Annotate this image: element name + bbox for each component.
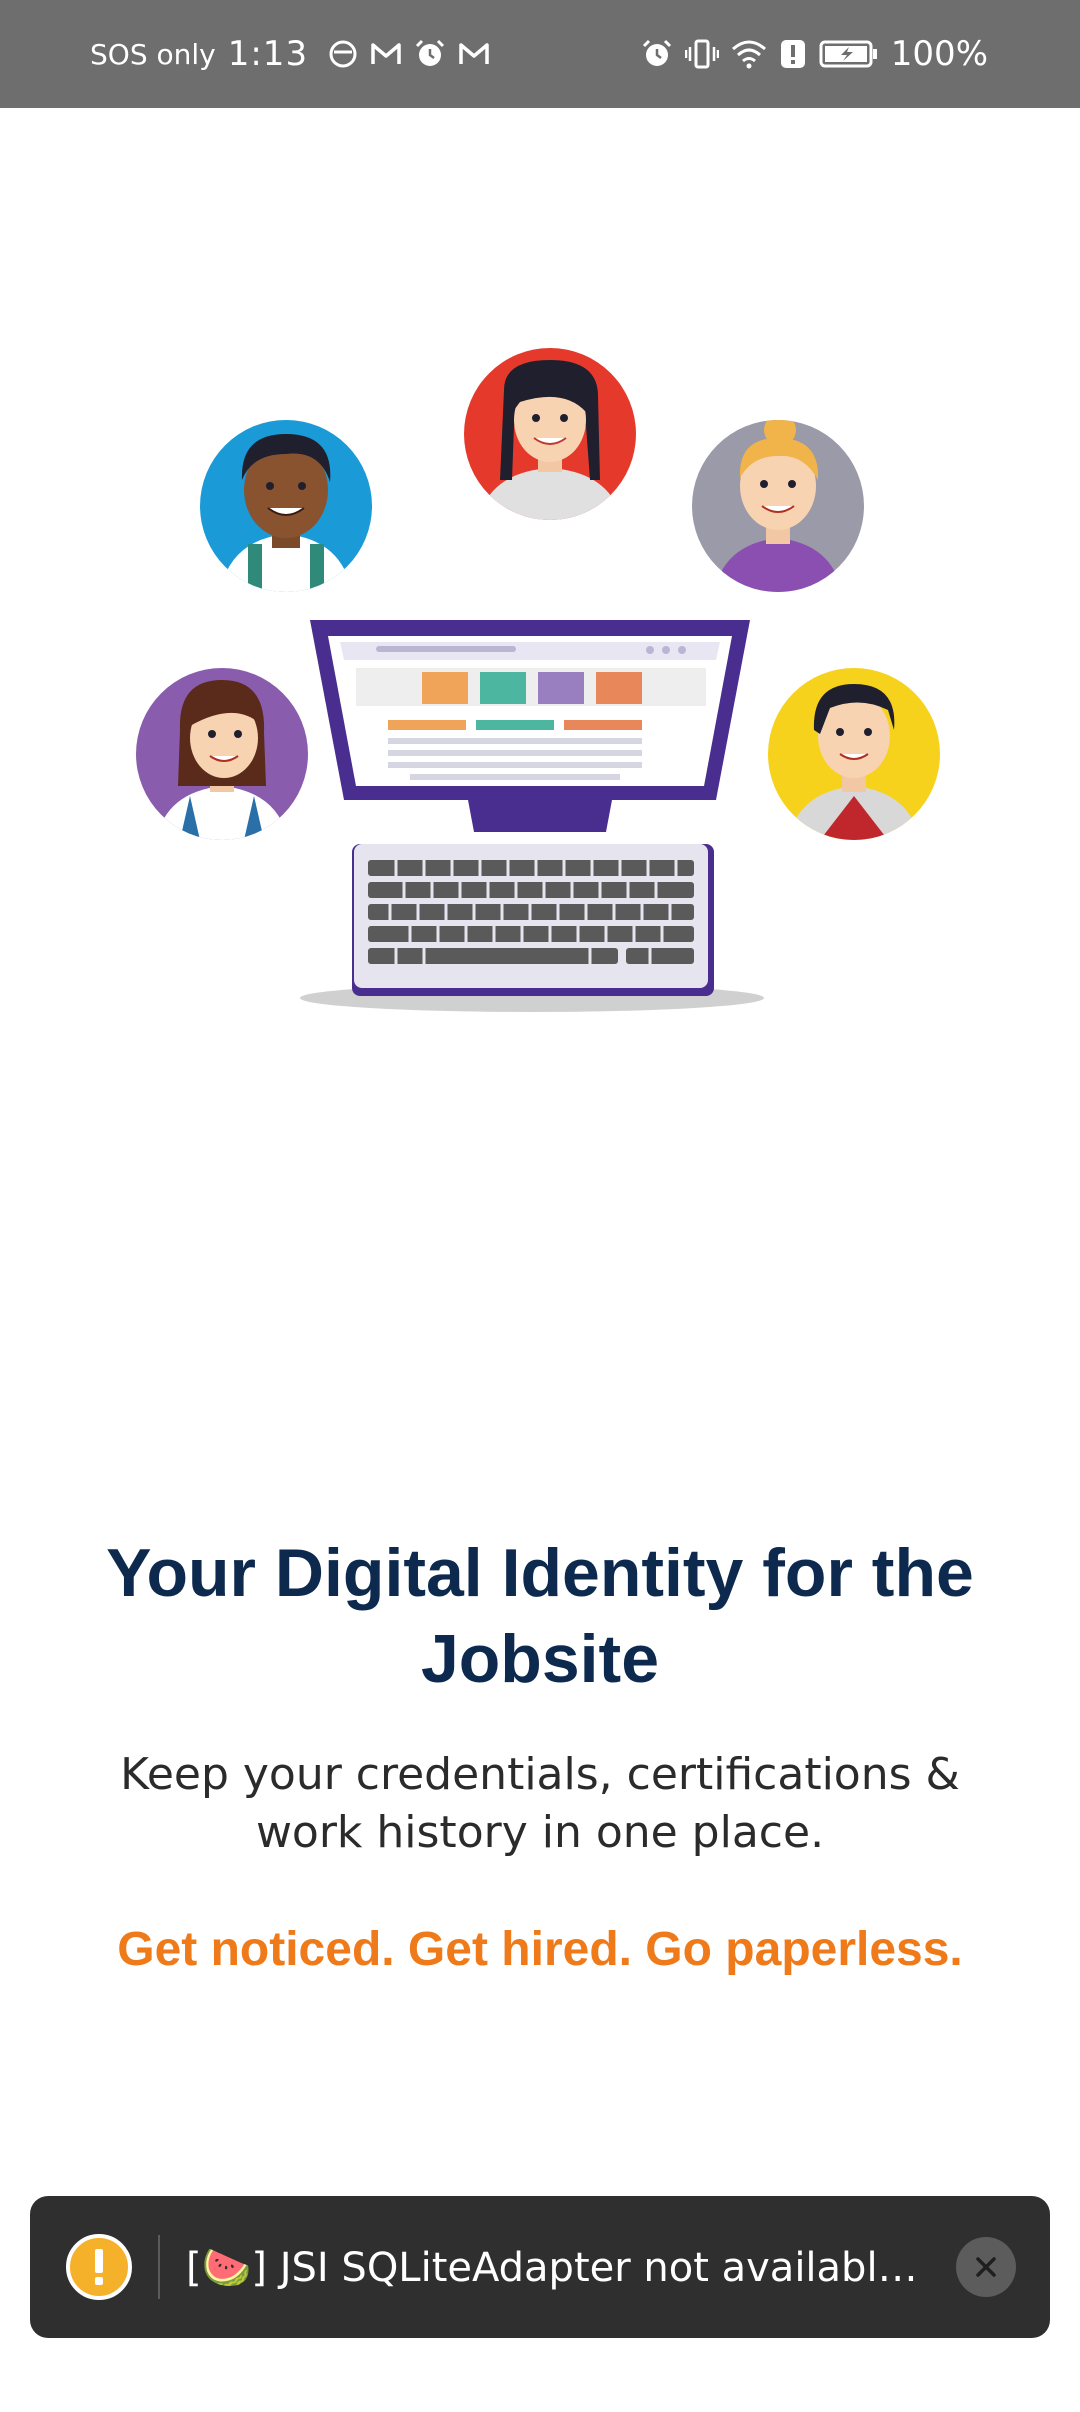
close-icon[interactable]	[956, 2237, 1016, 2297]
clock: 1:13	[227, 34, 309, 74]
carrier-label: SOS only	[90, 37, 216, 71]
onboarding-screen: SOS only 1:13 100% Your Digital Identity…	[0, 0, 1080, 2412]
avatar-purple	[136, 668, 308, 840]
battery-percentage: 100%	[890, 34, 988, 74]
hero-illustration	[136, 348, 940, 1012]
status-bar-right: 100%	[641, 34, 988, 74]
warning-icon	[66, 2234, 132, 2300]
status-bar: SOS only 1:13 100%	[0, 0, 1080, 108]
app-notification-icon	[328, 39, 358, 69]
alarm-icon	[641, 38, 673, 70]
onboarding-subtitle: Keep your credentials, certifications & …	[120, 1749, 960, 1858]
status-bar-left: SOS only 1:13	[90, 34, 490, 74]
avatar-red	[464, 348, 636, 520]
avatar-blue	[200, 420, 372, 592]
onboarding-title: Your Digital Identity for the Jobsite	[106, 1535, 974, 1697]
toast-message: [🍉] JSI SQLiteAdapter not available…	[186, 2244, 936, 2291]
keyboard-illustration	[300, 844, 764, 1012]
onboarding-tagline: Get noticed. Get hired. Go paperless.	[117, 1923, 963, 1976]
alarm-icon	[414, 38, 446, 70]
alert-icon	[779, 38, 807, 70]
gmail-icon	[370, 41, 402, 67]
battery-charging-icon	[819, 39, 879, 69]
monitor-illustration	[310, 620, 750, 832]
gmail-icon	[458, 41, 490, 67]
error-toast[interactable]: [🍉] JSI SQLiteAdapter not available…	[30, 2196, 1050, 2338]
toast-divider	[158, 2235, 160, 2299]
wifi-icon	[731, 39, 767, 69]
avatar-gray	[692, 420, 864, 592]
vibrate-icon	[684, 38, 719, 70]
avatar-yellow	[768, 668, 940, 840]
